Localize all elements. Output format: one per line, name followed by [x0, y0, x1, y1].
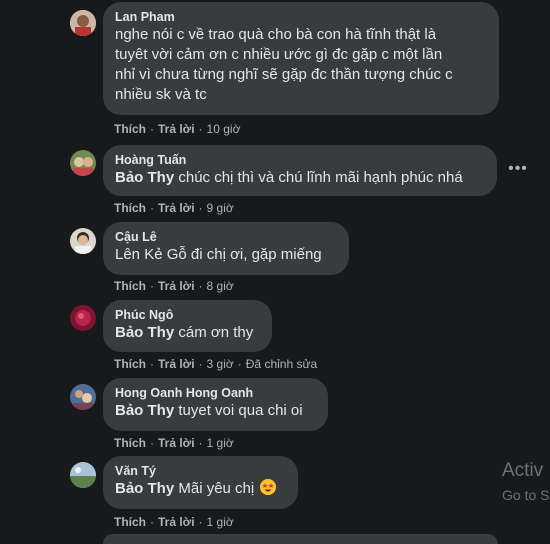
separator: · — [198, 201, 203, 215]
mention-link[interactable]: Bảo Thy — [115, 480, 174, 497]
edited-label[interactable]: Đã chỉnh sửa — [246, 357, 317, 371]
star-struck-emoji-svg — [260, 479, 277, 495]
avatar-photo — [70, 228, 96, 254]
comment-author[interactable]: Cậu Lê — [115, 229, 337, 245]
separator: · — [150, 201, 154, 215]
reply-link[interactable]: Trả lời — [158, 279, 195, 293]
comment-actions: Thích · Trả lời · 8 giờ — [114, 279, 234, 293]
like-link[interactable]: Thích — [114, 515, 146, 529]
comment-text-line: nghe nói c về trao quà cho bà con hà tĩn… — [115, 26, 437, 43]
reply-link[interactable]: Trả lời — [158, 122, 195, 136]
comment-text: Bảo Thy Mãi yêu chị — [115, 479, 286, 499]
like-link[interactable]: Thích — [114, 357, 146, 371]
comment-text: nghe nói c về trao quà cho bà con hà tĩn… — [115, 25, 487, 105]
comment-body: chúc chị thì và chú lĩnh mãi hạnh phúc n… — [174, 169, 463, 186]
comment-time[interactable]: 9 giờ — [207, 201, 234, 215]
separator: · — [150, 279, 154, 293]
comment-bubble: Lan Pham nghe nói c về trao quà cho bà c… — [103, 2, 499, 115]
comment-actions: Thích · Trả lời · 1 giờ — [114, 436, 234, 450]
comment-time[interactable]: 3 giờ — [207, 357, 234, 371]
comment-actions: Thích · Trả lời · 9 giờ — [114, 201, 234, 215]
comment-text-line: tuyêt vời cảm ơn c nhiều ước gì đc gặp c… — [115, 46, 443, 63]
star-struck-emoji — [260, 479, 277, 495]
like-link[interactable]: Thích — [114, 436, 146, 450]
avatar[interactable] — [70, 384, 96, 410]
comment-body: tuyet voi qua chi oi — [174, 402, 303, 419]
mention-link[interactable]: Bảo Thy — [115, 402, 174, 419]
avatar[interactable] — [70, 462, 96, 488]
reply-link[interactable]: Trả lời — [158, 201, 195, 215]
reply-link[interactable]: Trả lời — [158, 515, 195, 529]
comment-body: cám ơn thy — [174, 324, 254, 341]
more-options-button[interactable]: ••• — [508, 161, 528, 178]
comment-text: Bảo Thy chúc chị thì và chú lĩnh mãi hạn… — [115, 168, 485, 188]
like-link[interactable]: Thích — [114, 201, 146, 215]
separator: · — [237, 357, 242, 371]
comment-time[interactable]: 8 giờ — [207, 279, 234, 293]
avatar-photo — [70, 150, 96, 176]
comment-text-line: nhiều sk và tc — [115, 86, 207, 103]
like-link[interactable]: Thích — [114, 279, 146, 293]
comment-text: Lên Kẻ Gỗ đi chị ơi, gặp miếng — [115, 246, 322, 263]
avatar[interactable] — [70, 10, 96, 36]
activation-watermark-subtitle: Go to S — [502, 487, 550, 503]
avatar[interactable] — [70, 305, 96, 331]
mention-link[interactable]: Bảo Thy — [115, 169, 174, 186]
comment-text-line: nhỉ vì chưa từng nghĩ sẽ gặp đc thần tượ… — [115, 66, 453, 83]
separator: · — [150, 357, 154, 371]
comment-bubble: Phúc Ngô Bảo Thy cám ơn thy — [103, 300, 272, 352]
comment-actions: Thích · Trả lời · 1 giờ — [114, 515, 234, 529]
comment-actions: Thích · Trả lời · 3 giờ · Đã chỉnh sửa — [114, 357, 317, 371]
separator: · — [150, 436, 154, 450]
separator: · — [198, 279, 203, 293]
comment-text: Bảo Thy cám ơn thy — [115, 323, 260, 343]
activation-watermark-title: Activ — [502, 460, 544, 481]
comment-bubble-partial — [103, 534, 498, 544]
comment-actions: Thích · Trả lời · 10 giờ — [114, 122, 240, 136]
separator: · — [150, 122, 154, 136]
avatar-photo — [70, 305, 96, 331]
separator: · — [198, 357, 203, 371]
avatar[interactable] — [70, 150, 96, 176]
separator: · — [198, 436, 203, 450]
comment-author[interactable]: Văn Tý — [115, 463, 286, 479]
avatar-photo — [70, 462, 96, 488]
comment-text: Bảo Thy tuyet voi qua chi oi — [115, 401, 316, 421]
comment-time[interactable]: 1 giờ — [207, 436, 234, 450]
comment-bubble: Hoàng Tuấn Bảo Thy chúc chị thì và chú l… — [103, 145, 497, 196]
avatar[interactable] — [70, 228, 96, 254]
reply-link[interactable]: Trả lời — [158, 436, 195, 450]
comment-bubble: Cậu Lê Lên Kẻ Gỗ đi chị ơi, gặp miếng — [103, 222, 349, 275]
comment-bubble: Hong Oanh Hong Oanh Bảo Thy tuyet voi qu… — [103, 378, 328, 431]
comment-author[interactable]: Lan Pham — [115, 9, 487, 25]
separator: · — [198, 122, 203, 136]
comment-time[interactable]: 10 giờ — [207, 122, 241, 136]
comment-time[interactable]: 1 giờ — [207, 515, 234, 529]
like-link[interactable]: Thích — [114, 122, 146, 136]
comment-author[interactable]: Hoàng Tuấn — [115, 152, 485, 168]
separator: · — [198, 515, 203, 529]
mention-link[interactable]: Bảo Thy — [115, 324, 174, 341]
comment-author[interactable]: Phúc Ngô — [115, 307, 260, 323]
avatar-photo — [70, 10, 96, 36]
avatar-photo — [70, 384, 96, 410]
reply-link[interactable]: Trả lời — [158, 357, 195, 371]
comment-bubble: Văn Tý Bảo Thy Mãi yêu chị — [103, 456, 298, 509]
comment-body: Mãi yêu chị — [174, 480, 255, 497]
comment-author[interactable]: Hong Oanh Hong Oanh — [115, 385, 316, 401]
separator: · — [150, 515, 154, 529]
